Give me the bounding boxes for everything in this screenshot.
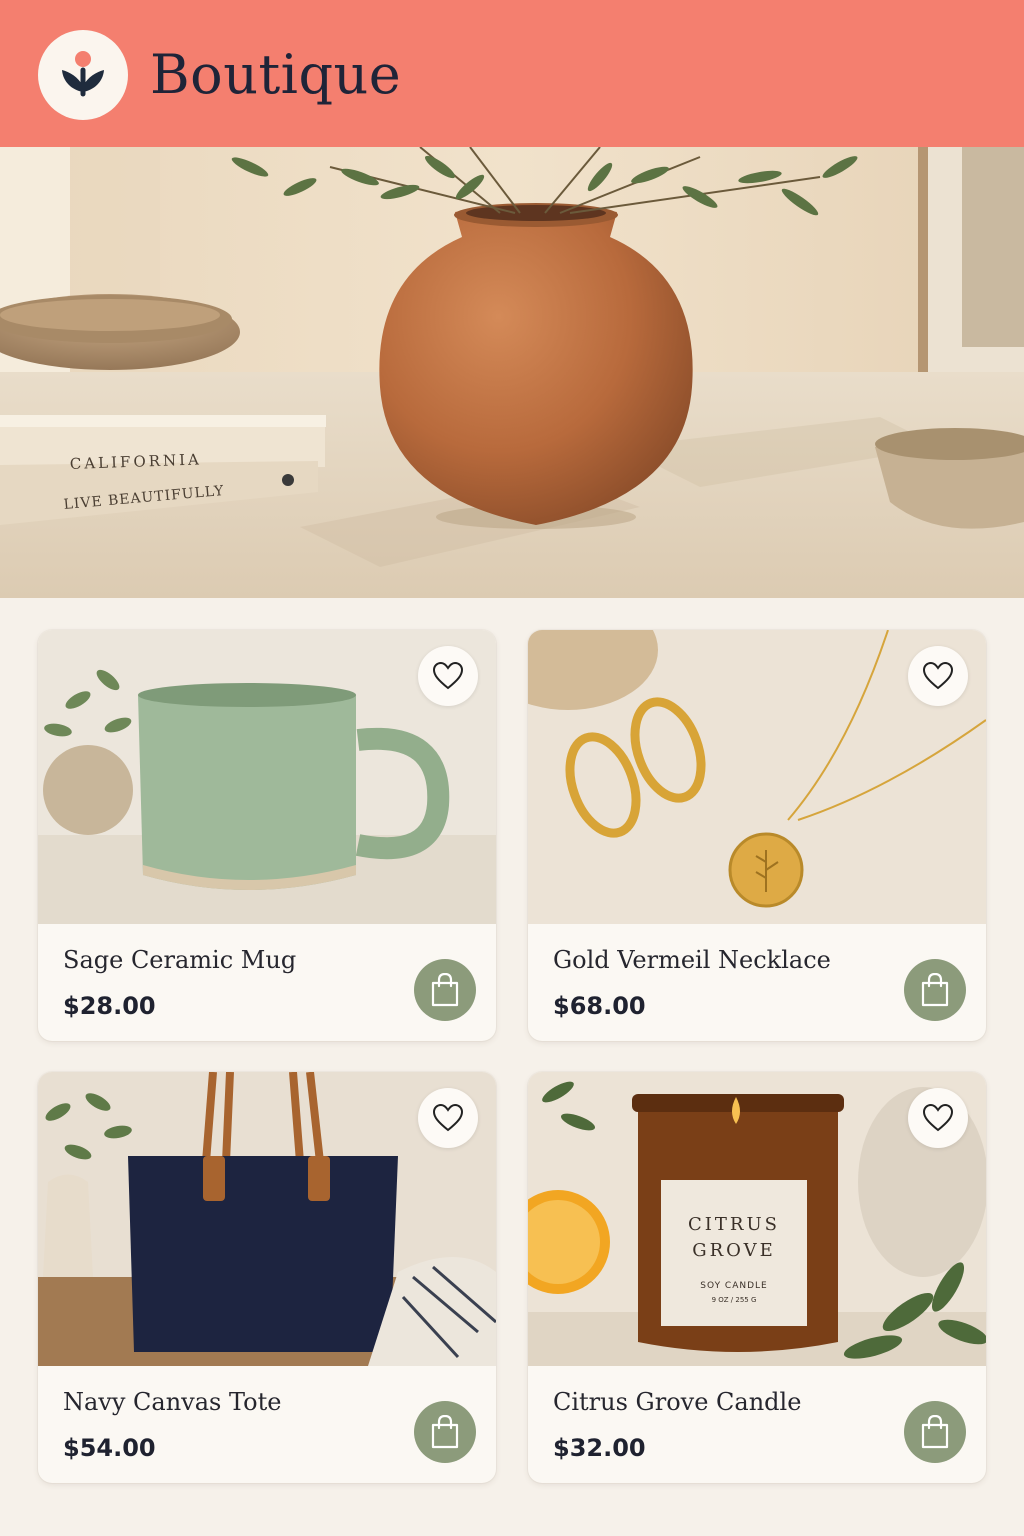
add-to-cart-button[interactable] — [904, 959, 966, 1021]
product-card[interactable]: Sage Ceramic Mug $28.00 — [38, 630, 496, 1041]
shopping-bag-icon — [431, 973, 459, 1007]
favorite-button[interactable] — [908, 1088, 968, 1148]
shopping-bag-icon — [921, 1415, 949, 1449]
product-card[interactable]: Gold Vermeil Necklace $68.00 — [528, 630, 986, 1041]
heart-icon — [433, 662, 463, 690]
favorite-button[interactable] — [418, 646, 478, 706]
shopping-bag-icon — [921, 973, 949, 1007]
add-to-cart-button[interactable] — [414, 959, 476, 1021]
product-name: Gold Vermeil Necklace — [553, 946, 831, 974]
app-title: Boutique — [150, 43, 402, 106]
candle-label-line4: 9 OZ / 255 G — [712, 1296, 757, 1304]
candle-label-line1: CITRUS — [688, 1214, 780, 1235]
add-to-cart-button[interactable] — [414, 1401, 476, 1463]
add-to-cart-button[interactable] — [904, 1401, 966, 1463]
favorite-button[interactable] — [418, 1088, 478, 1148]
product-name: Citrus Grove Candle — [553, 1388, 802, 1416]
logo[interactable] — [38, 30, 128, 120]
heart-icon — [433, 1104, 463, 1132]
product-price: $54.00 — [63, 1434, 156, 1462]
hero-image: CALIFORNIA LIVE BEAUTIFULLY — [0, 147, 1024, 598]
product-price: $68.00 — [553, 992, 646, 1020]
product-price: $28.00 — [63, 992, 156, 1020]
product-name: Navy Canvas Tote — [63, 1388, 282, 1416]
favorite-button[interactable] — [908, 646, 968, 706]
tulip-icon — [62, 51, 104, 97]
product-price: $32.00 — [553, 1434, 646, 1462]
product-grid: Sage Ceramic Mug $28.00 Gold Vermeil Nec… — [0, 598, 1024, 1536]
product-card[interactable]: CITRUS GROVE SOY CANDLE 9 OZ / 255 G Cit… — [528, 1072, 986, 1483]
candle-label-line2: GROVE — [692, 1240, 776, 1261]
shopping-bag-icon — [431, 1415, 459, 1449]
heart-icon — [923, 1104, 953, 1132]
hero-banner: CALIFORNIA LIVE BEAUTIFULLY — [0, 147, 1024, 598]
app-header: Boutique — [0, 0, 1024, 147]
product-name: Sage Ceramic Mug — [63, 946, 297, 974]
candle-label-line3: SOY CANDLE — [700, 1281, 767, 1291]
heart-icon — [923, 662, 953, 690]
product-card[interactable]: Navy Canvas Tote $54.00 — [38, 1072, 496, 1483]
